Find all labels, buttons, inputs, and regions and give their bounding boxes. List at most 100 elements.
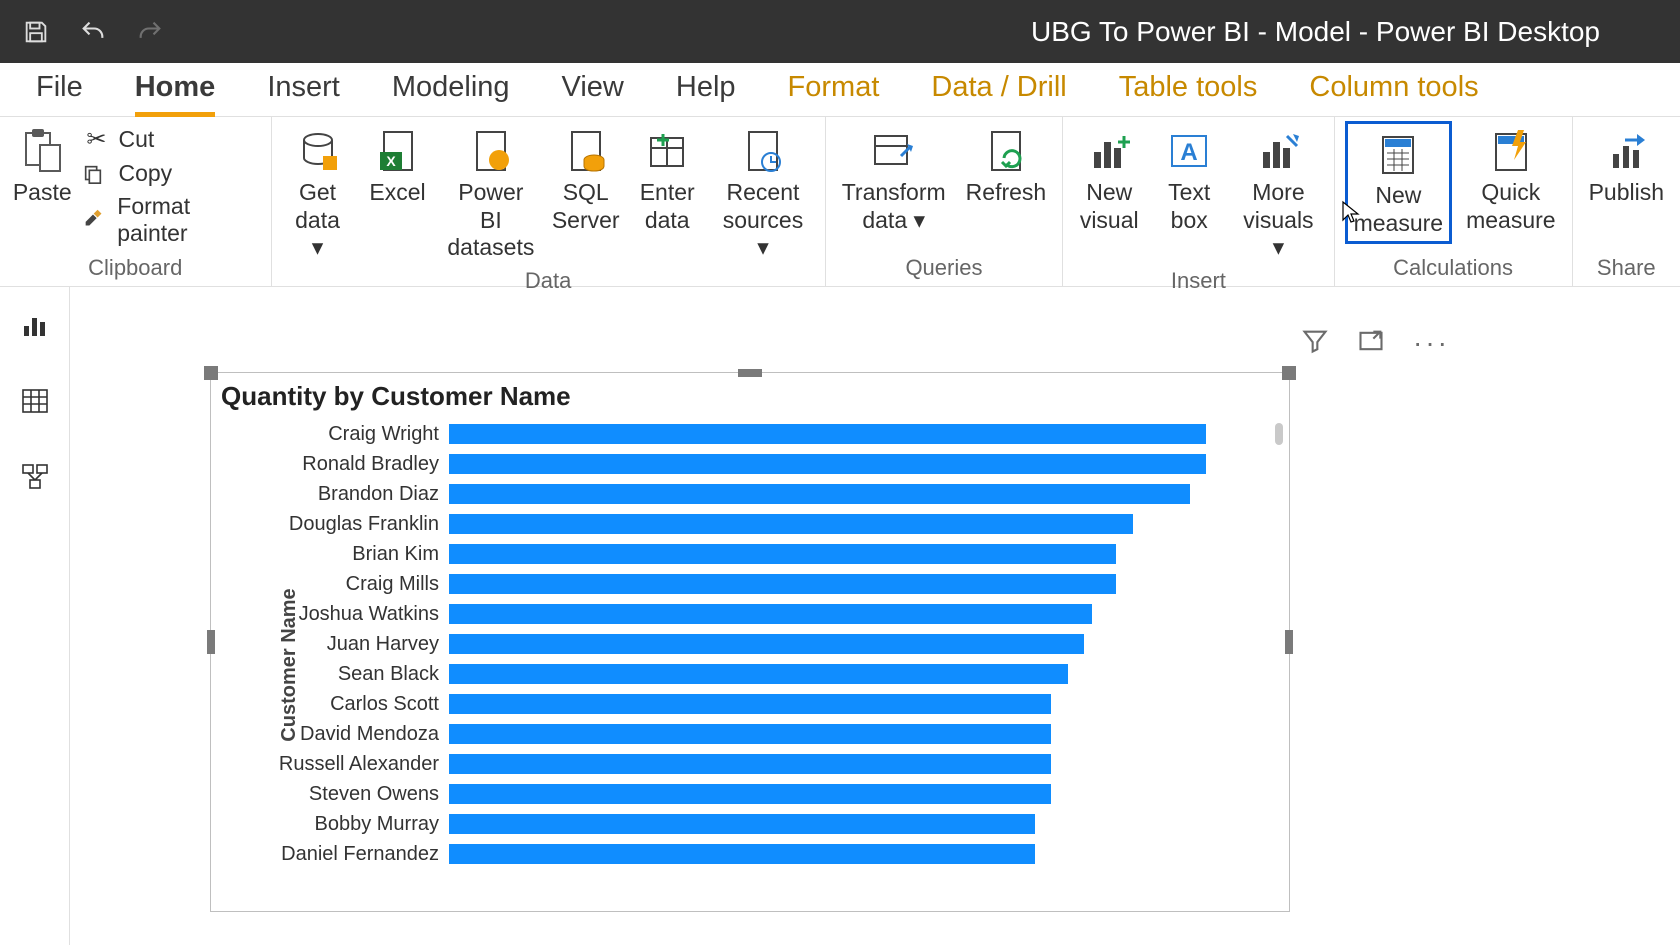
chart-row: Juan Harvey xyxy=(253,629,1263,659)
data-view-button[interactable] xyxy=(17,383,53,419)
category-label: Douglas Franklin xyxy=(253,513,449,536)
category-label: Carlos Scott xyxy=(253,693,449,716)
sql-server-label: SQL Server xyxy=(552,179,620,234)
report-canvas[interactable]: ··· Quantity by Customer Name Customer N… xyxy=(70,287,1680,945)
tab-format[interactable]: Format xyxy=(762,61,906,116)
bar[interactable] xyxy=(449,844,1035,864)
new-measure-label: New measure xyxy=(1354,182,1443,237)
bar[interactable] xyxy=(449,784,1051,804)
refresh-button[interactable]: Refresh xyxy=(960,121,1053,211)
chart-row: Ronald Bradley xyxy=(253,449,1263,479)
focus-mode-icon[interactable] xyxy=(1357,327,1385,359)
resize-handle[interactable] xyxy=(204,366,218,380)
chart-row: Brandon Diaz xyxy=(253,479,1263,509)
text-box-button[interactable]: A Text box xyxy=(1153,121,1225,238)
resize-handle[interactable] xyxy=(738,369,762,377)
enter-data-button[interactable]: Enter data xyxy=(631,121,703,238)
tab-home[interactable]: Home xyxy=(109,61,242,116)
redo-icon[interactable] xyxy=(134,16,166,48)
excel-button[interactable]: X Excel xyxy=(362,121,434,211)
bar[interactable] xyxy=(449,664,1068,684)
visual-container[interactable]: Quantity by Customer Name Customer Name … xyxy=(210,372,1290,912)
ribbon: Paste ✂ Cut Copy Format painter xyxy=(0,117,1680,287)
window-title: UBG To Power BI - Model - Power BI Deskt… xyxy=(166,16,1660,48)
chart-row: Steven Owens xyxy=(253,779,1263,809)
category-label: Craig Wright xyxy=(253,423,449,446)
group-label-calculations: Calculations xyxy=(1393,253,1513,284)
cut-button[interactable]: ✂ Cut xyxy=(82,125,260,154)
group-data: Get data ▾ X Excel Power BI datasets SQL… xyxy=(272,117,826,286)
visual-title: Quantity by Customer Name xyxy=(211,373,1289,418)
bar[interactable] xyxy=(449,514,1133,534)
category-label: David Mendoza xyxy=(253,723,449,746)
copy-button[interactable]: Copy xyxy=(82,160,260,187)
copy-icon xyxy=(82,163,110,185)
transform-label: Transform data xyxy=(842,179,946,233)
bar[interactable] xyxy=(449,754,1051,774)
quick-measure-button[interactable]: Quick measure xyxy=(1460,121,1561,238)
recent-sources-label: Recent sources xyxy=(723,179,804,233)
tab-modeling[interactable]: Modeling xyxy=(366,61,536,116)
report-view-button[interactable] xyxy=(17,307,53,343)
text-box-label: Text box xyxy=(1168,179,1210,234)
chart-row: Craig Mills xyxy=(253,569,1263,599)
bar[interactable] xyxy=(449,574,1116,594)
tab-insert[interactable]: Insert xyxy=(241,61,366,116)
bar[interactable] xyxy=(449,424,1206,444)
bar[interactable] xyxy=(449,454,1206,474)
bar[interactable] xyxy=(449,724,1051,744)
excel-label: Excel xyxy=(369,179,425,207)
pbi-datasets-button[interactable]: Power BI datasets xyxy=(442,121,541,266)
ribbon-tabs: FileHomeInsertModelingViewHelpFormatData… xyxy=(0,63,1680,117)
svg-text:A: A xyxy=(1181,139,1198,166)
bar-chart: Craig Wright Ronald Bradley Brandon Diaz Do… xyxy=(253,419,1263,911)
chevron-down-icon: ▾ xyxy=(757,234,769,260)
svg-text:X: X xyxy=(386,153,396,169)
more-visuals-button[interactable]: More visuals ▾ xyxy=(1233,121,1323,266)
group-insert: New visual A Text box More visuals ▾ Ins… xyxy=(1063,117,1334,286)
sql-server-button[interactable]: SQL Server xyxy=(548,121,623,238)
tab-file[interactable]: File xyxy=(10,61,109,116)
bar[interactable] xyxy=(449,634,1084,654)
tab-help[interactable]: Help xyxy=(650,61,762,116)
bar[interactable] xyxy=(449,544,1116,564)
category-label: Russell Alexander xyxy=(253,753,449,776)
bar[interactable] xyxy=(449,814,1035,834)
scissors-icon: ✂ xyxy=(82,125,110,154)
model-view-button[interactable] xyxy=(17,459,53,495)
recent-sources-button[interactable]: Recent sources ▾ xyxy=(711,121,815,266)
tab-column-tools[interactable]: Column tools xyxy=(1283,61,1504,116)
more-options-icon[interactable]: ··· xyxy=(1413,327,1450,359)
bar[interactable] xyxy=(449,484,1190,504)
save-icon[interactable] xyxy=(20,16,52,48)
format-painter-button[interactable]: Format painter xyxy=(82,193,260,247)
paste-button[interactable]: Paste xyxy=(10,121,74,211)
tab-table-tools[interactable]: Table tools xyxy=(1093,61,1284,116)
category-label: Joshua Watkins xyxy=(253,603,449,626)
publish-button[interactable]: Publish xyxy=(1583,121,1670,211)
chart-row: Brian Kim xyxy=(253,539,1263,569)
scrollbar-thumb[interactable] xyxy=(1275,423,1283,445)
new-measure-button[interactable]: New measure xyxy=(1345,121,1452,244)
filter-icon[interactable] xyxy=(1301,327,1329,359)
chevron-down-icon: ▾ xyxy=(312,234,324,260)
transform-data-button[interactable]: Transform data ▾ xyxy=(836,121,952,238)
get-data-button[interactable]: Get data ▾ xyxy=(282,121,354,266)
category-label: Steven Owens xyxy=(253,783,449,806)
chart-row: David Mendoza xyxy=(253,719,1263,749)
chart-row: Russell Alexander xyxy=(253,749,1263,779)
undo-icon[interactable] xyxy=(77,16,109,48)
chart-row: Sean Black xyxy=(253,659,1263,689)
bar[interactable] xyxy=(449,694,1051,714)
bar[interactable] xyxy=(449,604,1092,624)
tab-data-drill[interactable]: Data / Drill xyxy=(905,61,1092,116)
category-label: Juan Harvey xyxy=(253,633,449,656)
resize-handle[interactable] xyxy=(1285,630,1293,654)
quick-measure-label: Quick measure xyxy=(1466,179,1555,234)
tab-view[interactable]: View xyxy=(536,61,650,116)
category-label: Brandon Diaz xyxy=(253,483,449,506)
new-visual-button[interactable]: New visual xyxy=(1073,121,1145,238)
pbi-datasets-label: Power BI datasets xyxy=(447,179,534,262)
resize-handle[interactable] xyxy=(207,630,215,654)
resize-handle[interactable] xyxy=(1282,366,1296,380)
